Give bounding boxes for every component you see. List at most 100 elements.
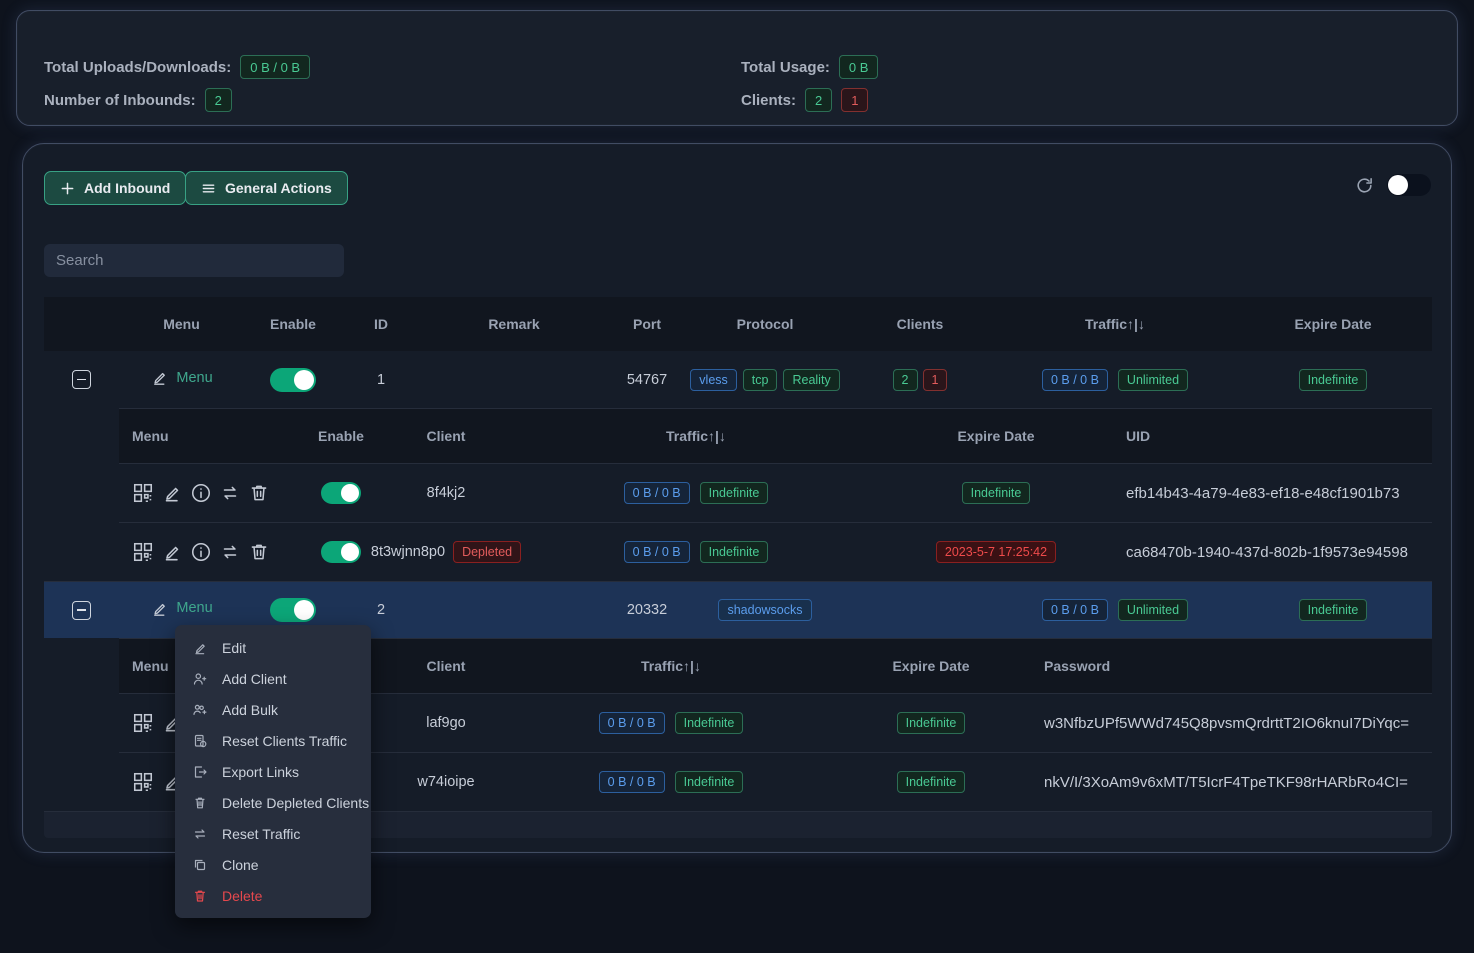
export-links-icon	[192, 764, 208, 780]
clients-depleted-badge: 1	[923, 369, 948, 391]
inbound-context-menu: Edit Add Client Add Bulk Reset Clients T…	[175, 625, 371, 918]
stat-total-uploads-downloads: Total Uploads/Downloads: 0 B / 0 B	[44, 55, 310, 79]
reset-traffic-icon[interactable]	[219, 482, 241, 504]
expire-badge: 2023-5-7 17:25:42	[936, 541, 1056, 563]
stat-number-of-inbounds: Number of Inbounds: 2	[44, 88, 310, 112]
header-expire-date: Expire Date	[826, 658, 1036, 674]
plus-icon	[60, 181, 75, 196]
menu-item-export-links[interactable]: Export Links	[175, 756, 371, 787]
traffic-badge: 0 B / 0 B	[599, 712, 665, 734]
inbound-menu-button[interactable]: Menu	[150, 599, 212, 618]
collapse-row-button[interactable]	[72, 601, 91, 620]
total-uploads-downloads-badge: 0 B / 0 B	[240, 55, 310, 79]
add-client-icon	[192, 671, 208, 687]
inbound-menu-button[interactable]: Menu	[150, 368, 212, 387]
delete-icon[interactable]	[248, 541, 270, 563]
stats-panel: Total Uploads/Downloads: 0 B / 0 B Numbe…	[16, 10, 1458, 126]
edit-pencil-icon[interactable]	[161, 541, 183, 563]
info-icon[interactable]	[190, 541, 212, 563]
general-actions-label: General Actions	[225, 180, 332, 196]
client-row: 8t3wjnn8p0 Depleted 0 B / 0 B Indefinite…	[119, 522, 1432, 581]
traffic-limit-badge: Unlimited	[1118, 599, 1188, 621]
header-traffic[interactable]: Traffic↑|↓	[516, 658, 826, 674]
qr-code-icon[interactable]	[132, 771, 154, 793]
menu-item-reset-traffic[interactable]: Reset Traffic	[175, 818, 371, 849]
refresh-icon[interactable]	[1354, 175, 1375, 196]
edit-pencil-icon	[150, 368, 169, 387]
menu-item-add-client[interactable]: Add Client	[175, 663, 371, 694]
clients-active-badge: 2	[893, 369, 918, 391]
client-uid: efb14b43-4a79-4e83-ef18-e48cf1901b73	[1116, 485, 1432, 502]
header-remark: Remark	[420, 316, 608, 332]
clients-depleted-badge: 1	[841, 88, 868, 112]
total-usage-badge: 0 B	[839, 55, 879, 79]
clients-subtable-1: Menu Enable Client Traffic↑|↓ Expire Dat…	[119, 408, 1432, 581]
traffic-badge: 0 B / 0 B	[624, 482, 690, 504]
collapse-row-button[interactable]	[72, 370, 91, 389]
traffic-limit-badge: Indefinite	[700, 541, 769, 563]
menu-item-delete[interactable]: Delete	[175, 880, 371, 911]
header-traffic[interactable]: Traffic↑|↓	[516, 428, 876, 444]
header-port: Port	[608, 316, 686, 332]
expire-badge: Indefinite	[897, 712, 966, 734]
inbound-enable-toggle[interactable]	[270, 598, 316, 622]
stat-total-usage: Total Usage: 0 B	[741, 55, 878, 79]
stat-clients: Clients: 2 1	[741, 88, 878, 112]
expire-badge: Indefinite	[897, 771, 966, 793]
qr-code-icon[interactable]	[132, 482, 154, 504]
inbound-port: 54767	[608, 372, 686, 388]
reset-traffic-icon	[192, 826, 208, 842]
traffic-limit-badge: Unlimited	[1118, 369, 1188, 391]
traffic-limit-badge: Indefinite	[700, 482, 769, 504]
inbound-id: 1	[342, 372, 420, 388]
edit-pencil-icon[interactable]	[161, 482, 183, 504]
client-name: 8t3wjnn8p0	[371, 544, 445, 560]
edit-pencil-icon	[150, 599, 169, 618]
client-password: nkV/I/3XoAm9v6xMT/T5IcrF4TpeTKF98rHARbRo…	[1036, 774, 1432, 791]
header-protocol: Protocol	[686, 316, 844, 332]
expire-badge: Indefinite	[1299, 599, 1368, 621]
stat-label: Number of Inbounds:	[44, 92, 196, 109]
menu-item-reset-clients-traffic[interactable]: Reset Clients Traffic	[175, 725, 371, 756]
inbound-row-1: Menu 1 54767 vless tcp Reality 2 1 0 B /…	[44, 351, 1432, 408]
hamburger-icon	[201, 181, 216, 196]
header-id: ID	[342, 316, 420, 332]
dark-mode-toggle[interactable]	[1387, 174, 1431, 196]
header-client: Client	[376, 428, 516, 444]
menu-item-clone[interactable]: Clone	[175, 849, 371, 880]
reset-clients-traffic-icon	[192, 733, 208, 749]
client-enable-toggle[interactable]	[321, 541, 361, 563]
info-icon[interactable]	[190, 482, 212, 504]
traffic-badge: 0 B / 0 B	[599, 771, 665, 793]
client-name: laf9go	[376, 715, 516, 731]
reset-traffic-icon[interactable]	[219, 541, 241, 563]
traffic-badge: 0 B / 0 B	[1042, 369, 1108, 391]
client-password: w3NfbzUPf5WWd745Q8pvsmQrdrttT2IO6knuI7Di…	[1036, 715, 1432, 732]
search-input[interactable]	[44, 244, 344, 277]
header-traffic[interactable]: Traffic↑|↓	[996, 316, 1234, 332]
header-uid: UID	[1116, 428, 1432, 444]
client-name: w74ioipe	[376, 774, 516, 790]
traffic-limit-badge: Indefinite	[675, 771, 744, 793]
add-inbound-button[interactable]: Add Inbound	[44, 171, 186, 205]
header-password: Password	[1036, 658, 1432, 674]
qr-code-icon[interactable]	[132, 712, 154, 734]
menu-item-edit[interactable]: Edit	[175, 632, 371, 663]
toggle-knob	[1388, 175, 1408, 195]
clients-subtable-header: Menu Enable Client Traffic↑|↓ Expire Dat…	[119, 409, 1432, 463]
delete-depleted-clients-icon	[192, 795, 208, 811]
general-actions-button[interactable]: General Actions	[185, 171, 348, 205]
inbound-enable-toggle[interactable]	[270, 368, 316, 392]
client-enable-toggle[interactable]	[321, 482, 361, 504]
delete-icon[interactable]	[248, 482, 270, 504]
stat-label: Total Usage:	[741, 59, 830, 76]
menu-item-delete-depleted-clients[interactable]: Delete Depleted Clients	[175, 787, 371, 818]
clients-active-badge: 2	[805, 88, 832, 112]
qr-code-icon[interactable]	[132, 541, 154, 563]
expire-badge: Indefinite	[1299, 369, 1368, 391]
traffic-limit-badge: Indefinite	[675, 712, 744, 734]
menu-item-add-bulk[interactable]: Add Bulk	[175, 694, 371, 725]
header-clients: Clients	[844, 316, 996, 332]
traffic-badge: 0 B / 0 B	[624, 541, 690, 563]
clone-icon	[192, 857, 208, 873]
